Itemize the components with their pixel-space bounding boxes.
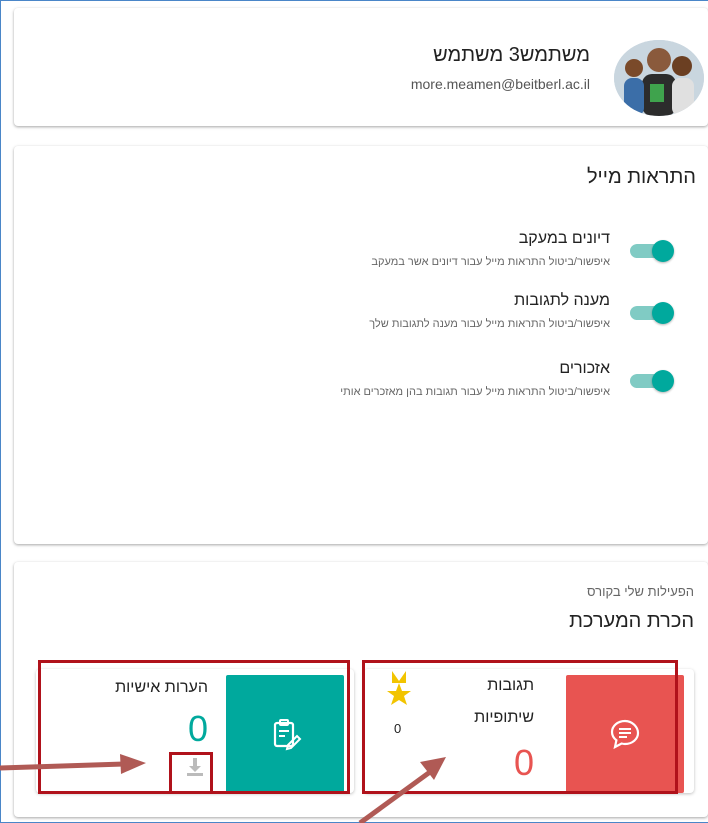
notification-row-mentions: אזכורים איפשור/ביטול התראות מייל עבור תג… (230, 360, 690, 410)
user-name: משתמש3 משתמש (433, 44, 590, 66)
annotation-arrow-left (0, 754, 146, 774)
annotation-arrow-diagonal (358, 757, 446, 823)
replies-toggle[interactable] (630, 302, 674, 324)
notification-description: איפשור/ביטול התראות מייל עבור מענה לתגוב… (369, 318, 610, 330)
notification-title: מענה לתגובות (514, 292, 610, 309)
email-notifications-card: התראות מייל דיונים במעקב איפשור/ביטול הת… (14, 146, 708, 544)
user-email: more.meamen@beitberl.ac.il (410, 76, 590, 92)
course-title: הכרת המערכת (569, 610, 694, 632)
notification-row-replies: מענה לתגובות איפשור/ביטול התראות מייל עב… (230, 292, 690, 342)
notification-description: איפשור/ביטול התראות מייל עבור תגובות בהן… (340, 386, 610, 398)
mentions-toggle[interactable] (630, 370, 674, 392)
notifications-title: התראות מייל (586, 166, 696, 188)
highlight-box-download (169, 752, 213, 794)
profile-card: משתמש3 משתמש more.meamen@beitberl.ac.il (14, 8, 708, 126)
activity-subtitle: הפעילות שלי בקורס (587, 584, 694, 599)
notification-row-followed-discussions: דיונים במעקב איפשור/ביטול התראות מייל עב… (230, 230, 690, 280)
avatar[interactable] (614, 40, 704, 116)
notification-description: איפשור/ביטול התראות מייל עבור דיונים אשר… (371, 256, 610, 268)
notification-title: דיונים במעקב (518, 230, 610, 247)
followed-discussions-toggle[interactable] (630, 240, 674, 262)
notification-title: אזכורים (559, 360, 610, 377)
